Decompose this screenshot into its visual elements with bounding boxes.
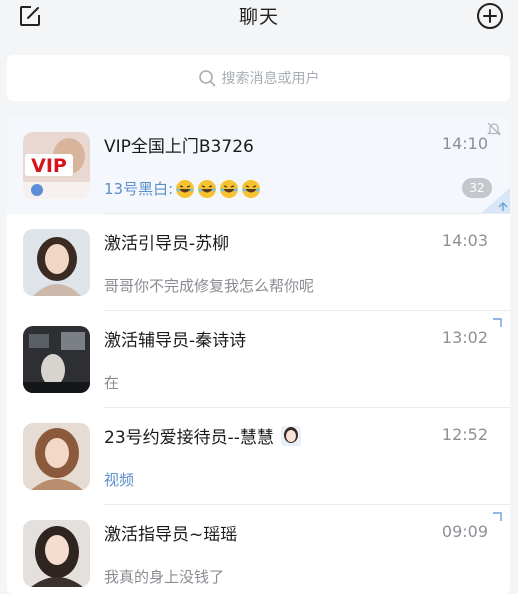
avatar	[23, 423, 90, 490]
chat-name: 激活辅导员-秦诗诗	[104, 331, 247, 351]
top-bar: 聊天	[0, 0, 518, 40]
avatar: VIP	[23, 132, 90, 199]
chat-preview: 在	[104, 374, 120, 392]
laughing-emoji-icon	[241, 179, 261, 199]
chat-item[interactable]: 23号约爱接待员--慧慧 12:52 视频	[7, 408, 510, 505]
chat-preview: 哥哥你不完成修复我怎么帮你呢	[104, 277, 315, 295]
chat-time: 09:09	[441, 522, 488, 541]
chat-name: 激活指导员~瑶瑶	[104, 525, 238, 545]
search-icon	[198, 69, 216, 87]
chat-preview: 我真的身上没钱了	[104, 568, 225, 586]
corner-mark-icon	[490, 315, 504, 334]
chat-name: VIP全国上门B3726	[104, 137, 254, 157]
chat-time: 12:52	[441, 425, 488, 444]
laughing-emoji-icon	[219, 179, 239, 199]
pin-corner-icon	[480, 188, 510, 214]
chat-item[interactable]: 激活指导员~瑶瑶 09:09 我真的身上没钱了	[7, 505, 510, 594]
mute-icon	[486, 121, 502, 141]
avatar	[23, 326, 90, 393]
chat-list: VIP VIP全国上门B3726 14:10 13号黑白: 32 激活引导员-苏…	[7, 117, 510, 594]
chat-time: 14:10	[441, 134, 488, 153]
chat-item[interactable]: 激活辅导员-秦诗诗 13:02 在	[7, 311, 510, 408]
chat-item[interactable]: 激活引导员-苏柳 14:03 哥哥你不完成修复我怎么帮你呢	[7, 214, 510, 311]
preview-sender: 13号黑白:	[104, 180, 174, 198]
add-circle-icon[interactable]	[476, 2, 504, 30]
laughing-emoji-icon	[175, 179, 195, 199]
search-placeholder: 搜索消息或用户	[221, 71, 320, 87]
svg-text:VIP: VIP	[31, 155, 67, 177]
chat-item-vip[interactable]: VIP VIP全国上门B3726 14:10 13号黑白: 32	[7, 117, 510, 214]
search-input[interactable]: 搜索消息或用户	[7, 55, 510, 101]
corner-mark-icon	[490, 509, 504, 528]
chat-time: 14:03	[441, 231, 488, 250]
chat-name-text: 23号约爱接待员--慧慧	[104, 428, 274, 448]
chat-time: 13:02	[441, 328, 488, 347]
chat-name: 23号约爱接待员--慧慧	[104, 423, 302, 451]
chat-preview: 13号黑白:	[104, 178, 261, 199]
avatar	[23, 520, 90, 587]
chat-name: 激活引导员-苏柳	[104, 234, 230, 254]
page-title: 聊天	[238, 6, 279, 28]
avatar	[23, 229, 90, 296]
chat-preview: 视频	[104, 471, 135, 489]
woman-face-emoji-icon	[281, 426, 302, 451]
laughing-emoji-icon	[197, 179, 217, 199]
